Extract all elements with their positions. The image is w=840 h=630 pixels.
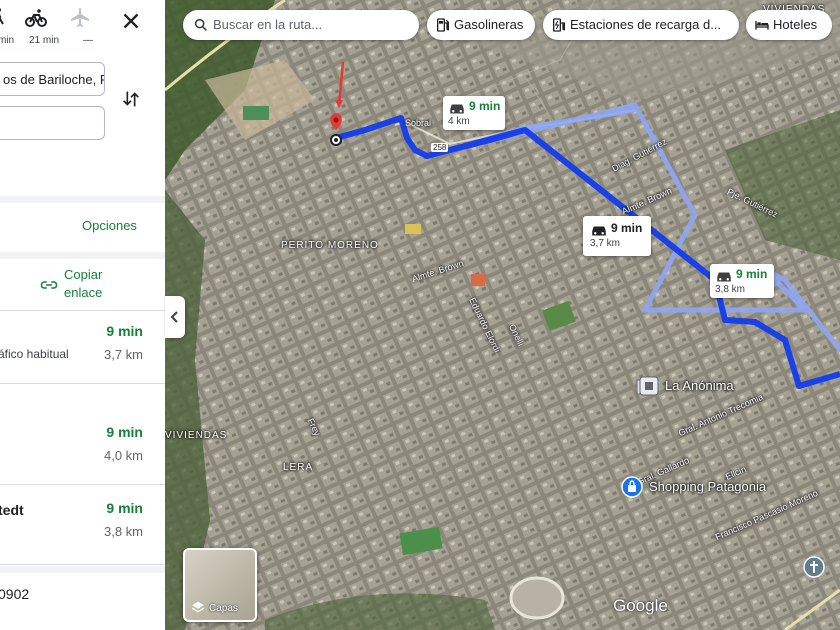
route-search-input[interactable]: Buscar en la ruta... [183,10,419,40]
car-icon [592,226,606,236]
origin-value: os de Bariloche, F [3,72,105,87]
copy-link-label: Copiar enlace [64,267,103,300]
layers-label: Capas [209,603,238,614]
chip-gas-stations[interactable]: Gasolineras [427,10,535,40]
route-distance: 3,7 km [103,347,143,362]
route-time: 9 min [106,500,143,516]
store-icon [639,376,659,396]
walk-icon [0,8,4,25]
neighborhood-label: PERITO MORENO [281,240,379,251]
mode-walk-time: min [0,35,15,46]
swap-icon[interactable] [120,88,142,110]
ev-charging-icon [553,18,565,32]
route-distance: 3,8 km [103,524,143,539]
flight-icon [71,8,89,27]
bubble-distance: 4 km [448,116,470,127]
bike-icon [25,9,47,27]
poi-label: La Anónima [665,378,734,393]
directions-panel: min 21 min — os de Bariloche, F Opciones… [0,0,166,630]
neighborhood-label: LERA [283,462,314,473]
panel-bottom-text: 0902 [0,586,30,602]
car-icon [450,104,464,114]
bubble-distance: 3,7 km [590,238,621,249]
route-bubble[interactable]: 9 min 3,8 km [710,264,774,298]
bubble-time: 9 min [469,99,501,113]
route-number-shield: 258 [431,143,449,152]
car-icon [717,272,731,282]
bubble-time: 9 min [611,221,643,235]
chip-label: Gasolineras [454,17,524,32]
neighborhood-label: VIVIENDAS [165,430,228,441]
route-distance: 4,0 km [103,448,143,463]
close-icon[interactable] [118,8,144,34]
layers-icon [191,601,205,613]
route-option[interactable]: 9 min áfico habitual 3,7 km [0,310,165,384]
poi-label: Shopping Patagonia [649,479,767,494]
route-description: áfico habitual [0,347,69,361]
mode-bike-time: 21 min [28,35,59,46]
route-option[interactable]: tedt 9 min 3,8 km [0,488,165,565]
chip-label: Hoteles [773,17,818,32]
hotel-bed-icon [755,21,769,30]
divider [0,252,165,259]
layers-button[interactable]: Capas [183,548,257,622]
options-link[interactable]: Opciones [82,218,137,233]
link-icon [40,281,58,289]
mode-flight-time: — [83,35,93,46]
map-view[interactable]: Buscar en la ruta... Gasolineras Estacio… [165,0,840,630]
shopping-bag-icon [621,476,643,498]
chip-hotels[interactable]: Hoteles [746,10,832,40]
search-icon [194,18,207,31]
destination-field[interactable] [0,106,105,140]
route-bubble-selected[interactable]: 9 min 3,7 km [583,216,651,256]
origin-field[interactable]: os de Bariloche, F [0,62,105,96]
collapse-panel-button[interactable] [165,296,185,338]
route-time: 9 min [106,323,143,339]
street-label: Sobral [405,118,432,128]
google-logo: Google [613,596,668,615]
satellite-imagery [165,0,840,630]
route-bubble[interactable]: 9 min 4 km [443,96,505,130]
chevron-left-icon [170,311,178,323]
route-option[interactable]: 9 min 4,0 km [0,412,165,485]
mode-flight[interactable]: — [68,6,108,48]
church-icon [803,556,825,578]
bubble-distance: 3,8 km [715,284,746,295]
poi-church[interactable] [803,556,825,583]
search-placeholder: Buscar en la ruta... [213,17,323,32]
gas-station-icon [437,18,449,32]
divider [0,566,165,573]
route-name: tedt [0,502,24,518]
chip-label: Estaciones de recarga d... [570,17,722,32]
leaf-icon [0,373,4,387]
chip-charging-stations[interactable]: Estaciones de recarga d... [543,10,739,40]
mode-bike[interactable]: 21 min [24,6,64,48]
mode-walk[interactable]: min [0,6,26,48]
divider [0,196,165,203]
bubble-time: 9 min [736,267,768,281]
route-time: 9 min [106,424,143,440]
